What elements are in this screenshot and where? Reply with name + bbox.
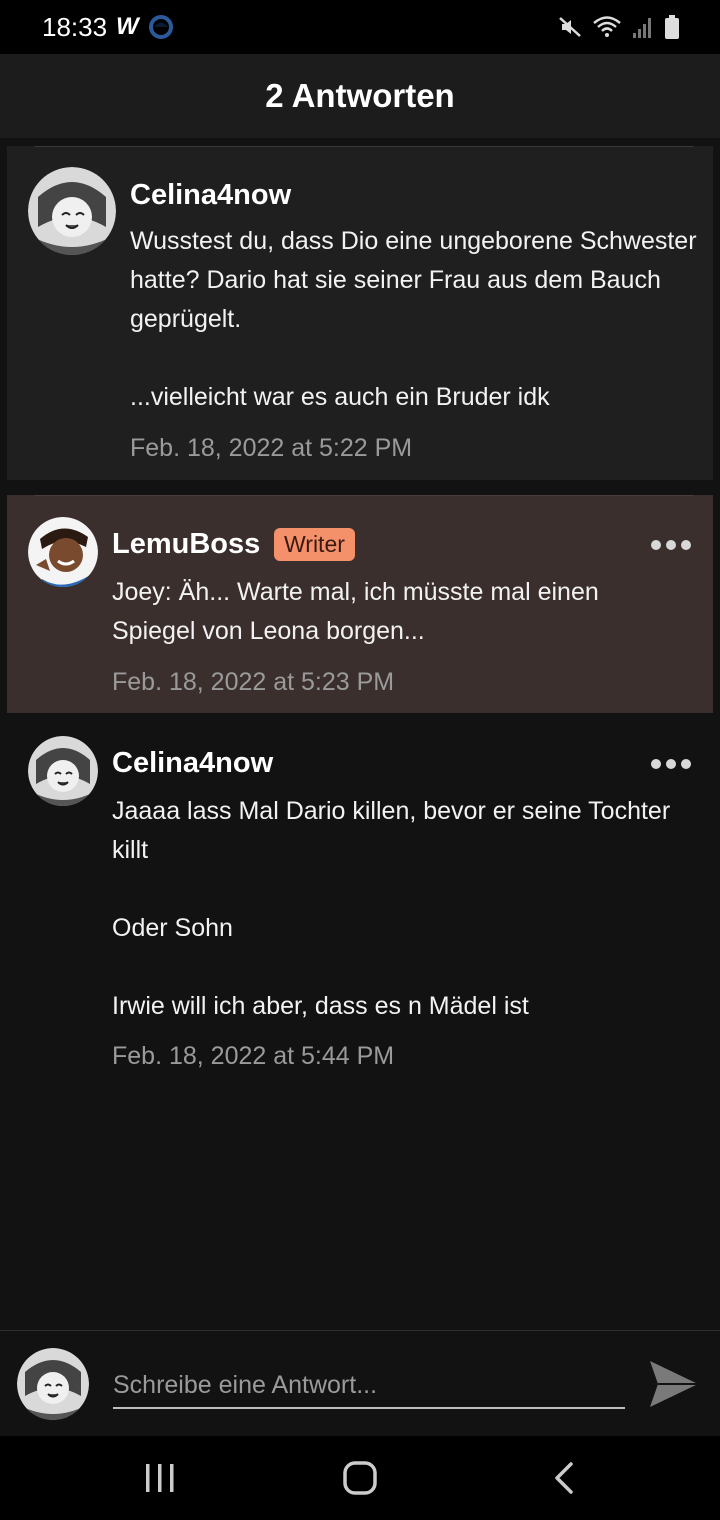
mute-icon bbox=[559, 17, 581, 37]
status-bar: 18:33 W bbox=[0, 0, 720, 54]
writer-badge: Writer bbox=[274, 528, 355, 561]
reply-text: Joey: Äh... Warte mal, ich müsste mal ei… bbox=[112, 578, 606, 645]
page-title: 2 Antworten bbox=[265, 77, 455, 114]
divider bbox=[35, 495, 693, 496]
wattpad-icon: W bbox=[116, 13, 139, 40]
reply-username[interactable]: Celina4now bbox=[112, 747, 273, 780]
signal-icon bbox=[633, 18, 651, 38]
current-user-avatar bbox=[17, 1348, 89, 1420]
comment-card: Celina4now Wusstest du, dass Dio eine un… bbox=[7, 146, 713, 480]
comment-text: Wusstest du, dass Dio eine ungeborene Sc… bbox=[130, 227, 697, 411]
reply-card: Celina4now Jaaaa lass Mal Dario killen, … bbox=[7, 714, 713, 1094]
back-icon[interactable] bbox=[545, 1460, 585, 1496]
header: 2 Antworten bbox=[0, 54, 720, 138]
more-options-icon[interactable] bbox=[651, 759, 691, 769]
wifi-icon bbox=[593, 16, 621, 37]
battery-icon bbox=[665, 15, 679, 39]
reply-composer bbox=[0, 1330, 720, 1437]
reply-timestamp: Feb. 18, 2022 at 5:23 PM bbox=[112, 668, 395, 696]
reply-card-highlighted: LemuBoss Writer Joey: Äh... Warte mal, i… bbox=[7, 495, 713, 713]
system-navigation-bar bbox=[0, 1436, 720, 1520]
avatar[interactable] bbox=[28, 167, 116, 255]
comment-username[interactable]: Celina4now bbox=[130, 179, 291, 212]
more-options-icon[interactable] bbox=[651, 540, 691, 550]
reply-timestamp: Feb. 18, 2022 at 5:44 PM bbox=[112, 1042, 395, 1070]
avatar[interactable] bbox=[28, 736, 98, 806]
reply-input[interactable] bbox=[113, 1363, 625, 1409]
avatar[interactable] bbox=[28, 517, 98, 587]
reply-text: Jaaaa lass Mal Dario killen, bevor er se… bbox=[112, 797, 671, 1020]
send-icon[interactable] bbox=[646, 1357, 702, 1411]
status-time: 18:33 bbox=[42, 12, 108, 42]
reply-username[interactable]: LemuBoss bbox=[112, 528, 260, 561]
recent-apps-icon[interactable] bbox=[140, 1460, 180, 1496]
app-notification-icon bbox=[149, 15, 173, 39]
comment-timestamp: Feb. 18, 2022 at 5:22 PM bbox=[130, 434, 413, 462]
home-icon[interactable] bbox=[340, 1460, 380, 1496]
divider bbox=[35, 146, 693, 147]
